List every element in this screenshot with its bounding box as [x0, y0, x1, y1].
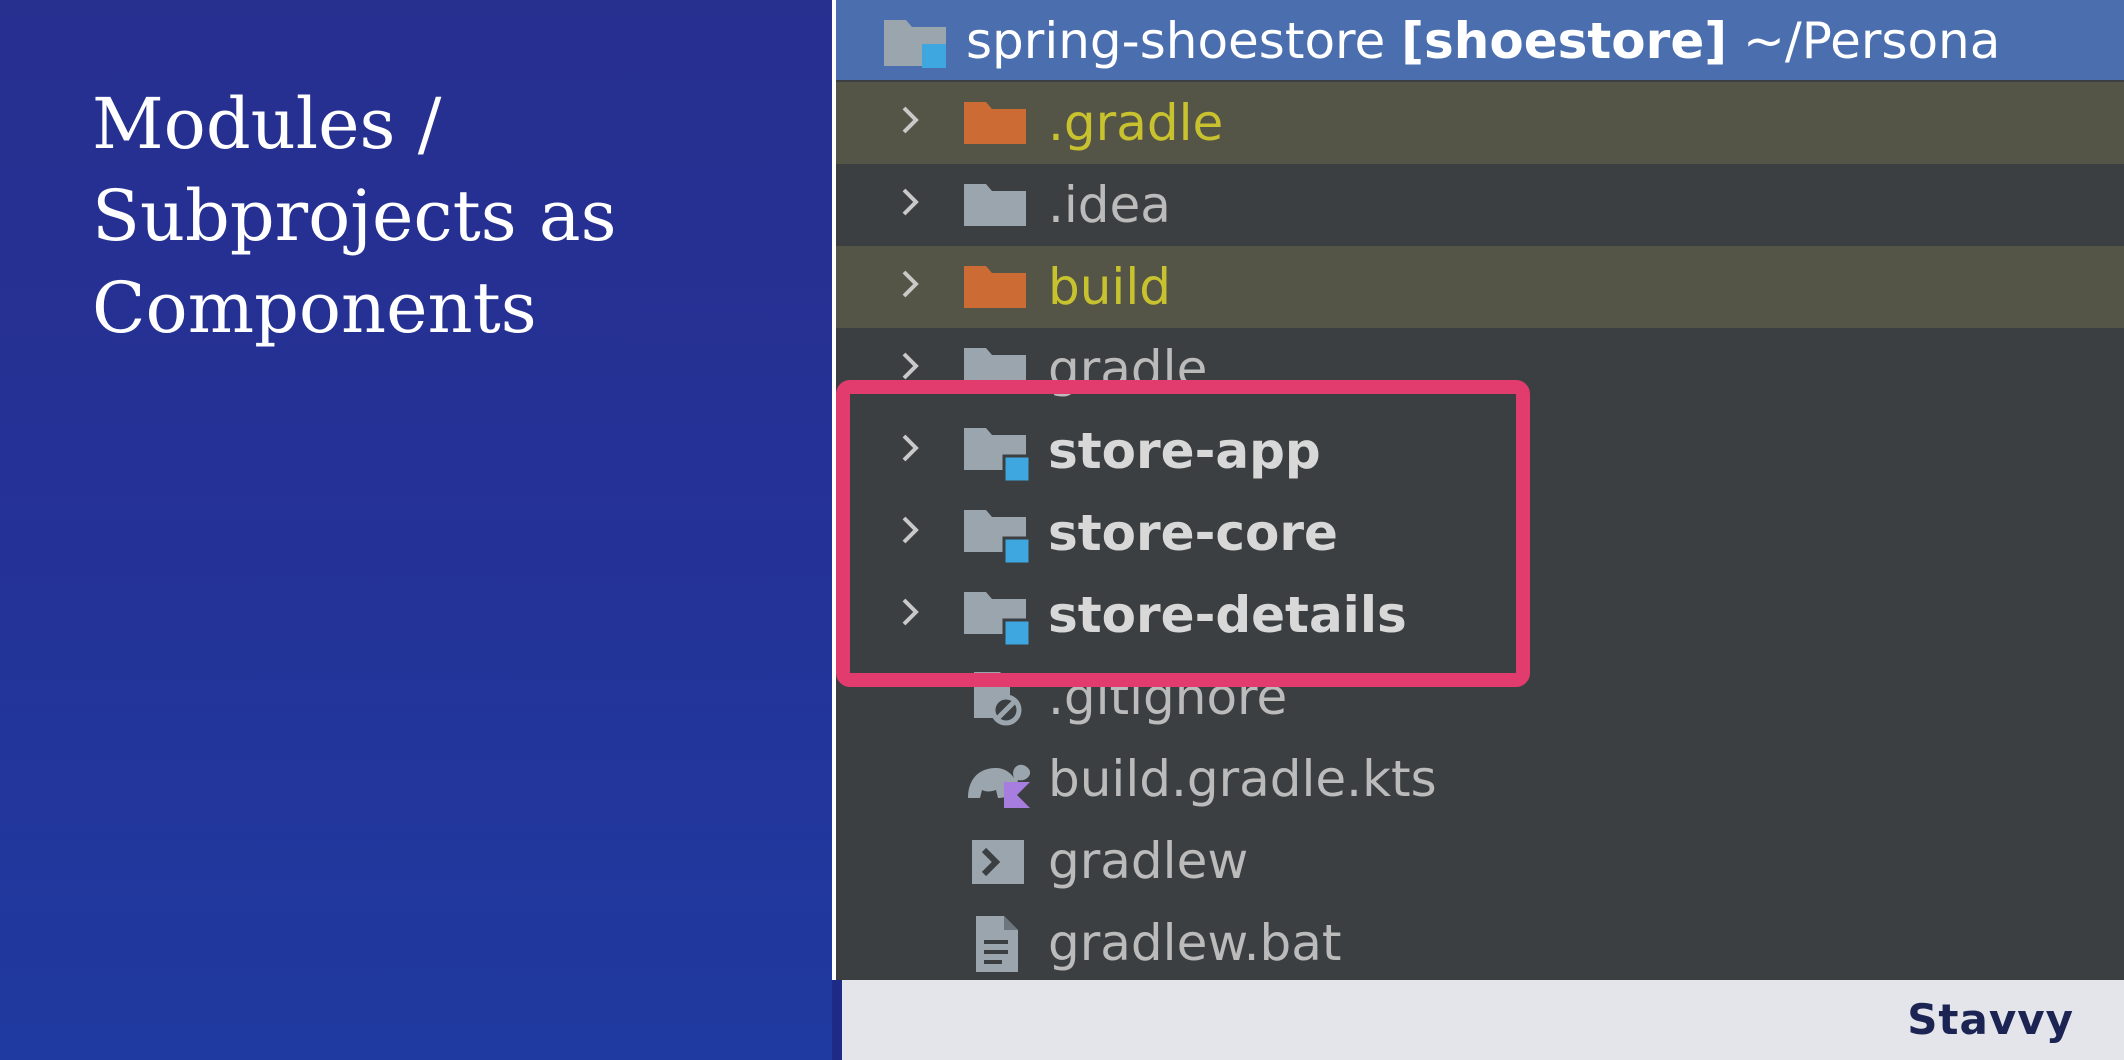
footer-bar: Stavvy: [842, 980, 2124, 1060]
tree-item-build-script[interactable]: build.gradle.kts: [836, 738, 2124, 820]
slide-title-line-1: Modules /: [92, 83, 442, 165]
tree-item-build-dir[interactable]: build: [836, 246, 2124, 328]
gradle-kotlin-icon: [968, 764, 1031, 808]
slide-panel: Modules / Subprojects as Components: [0, 0, 832, 1060]
tree-item-label: .gradle: [1048, 94, 1224, 152]
tree-item-gradlew-bat[interactable]: gradlew.bat: [836, 902, 2124, 980]
folder-icon: [964, 266, 1026, 308]
folder-icon: [964, 102, 1026, 144]
tree-item-label: gradlew: [1048, 832, 1249, 890]
slide-title: Modules / Subprojects as Components: [92, 78, 617, 354]
tree-item-label: gradlew.bat: [1048, 914, 1342, 972]
tree-item-label: build: [1048, 258, 1171, 316]
chevron-right-icon[interactable]: [890, 264, 930, 304]
terminal-script-icon: [972, 840, 1024, 884]
slide-title-line-2: Subprojects as: [92, 175, 617, 257]
chevron-right-icon[interactable]: [890, 182, 930, 222]
project-title: spring-shoestore [shoestore] ~/Persona: [966, 0, 2000, 82]
tree-item-label: build.gradle.kts: [1048, 750, 1437, 808]
tree-root-row[interactable]: spring-shoestore [shoestore] ~/Persona: [836, 0, 2124, 80]
modules-highlight-box: [836, 380, 1530, 687]
text-file-icon: [976, 916, 1018, 972]
brand-logo: Stavvy: [1907, 995, 2074, 1044]
project-path: ~/Persona: [1742, 12, 2001, 70]
project-module: [shoestore]: [1401, 12, 1728, 70]
tree-item-gradlew[interactable]: gradlew: [836, 820, 2124, 902]
project-name: spring-shoestore: [966, 12, 1386, 70]
folder-icon: [964, 184, 1026, 226]
chevron-right-icon[interactable]: [890, 100, 930, 140]
tree-item-gradle-dir[interactable]: .gradle: [836, 82, 2124, 164]
tree-item-idea-dir[interactable]: .idea: [836, 164, 2124, 246]
tree-item-label: .idea: [1048, 176, 1171, 234]
module-folder-icon: [884, 20, 946, 68]
slide-title-line-3: Components: [92, 267, 537, 349]
